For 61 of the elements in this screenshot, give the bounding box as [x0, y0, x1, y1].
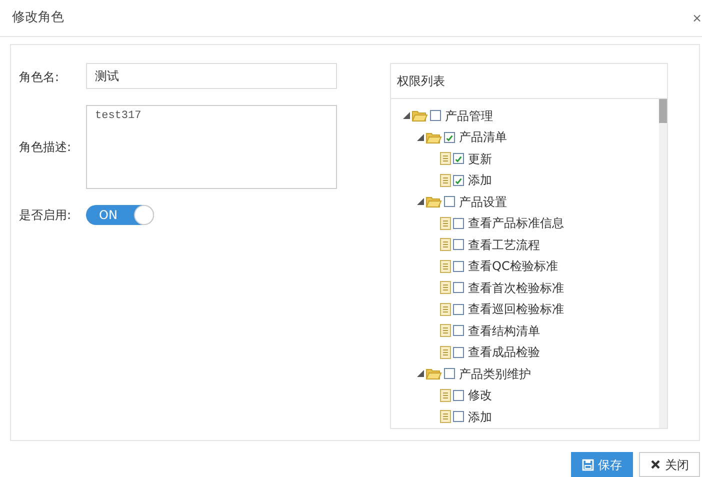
folder-icon [426, 130, 442, 144]
tree-item[interactable]: 产品管理 [445, 106, 493, 125]
tree-item[interactable]: 查看成品检验 [468, 343, 540, 362]
checkbox[interactable] [444, 368, 455, 380]
close-button[interactable]: 关闭 [639, 452, 700, 477]
tree-item[interactable]: 产品清单 [459, 128, 507, 146]
tree-item[interactable]: 查看巡回检验标准 [468, 300, 564, 318]
expand-arrow-icon[interactable] [417, 134, 424, 141]
folder-icon [426, 367, 442, 380]
checkbox[interactable] [453, 260, 464, 272]
checkbox[interactable] [453, 411, 464, 422]
tree-item[interactable]: 查看工艺流程 [468, 236, 540, 254]
expand-arrow-icon[interactable] [403, 112, 410, 120]
file-icon [440, 388, 451, 402]
file-icon [440, 174, 451, 187]
tree-item[interactable]: 查看QC检验标准 [468, 257, 558, 276]
file-icon [440, 216, 451, 230]
tree-item[interactable]: 添加 [468, 171, 492, 190]
checkbox[interactable] [453, 282, 464, 294]
tree-item[interactable]: 更新 [468, 150, 492, 168]
expand-arrow-icon[interactable] [417, 198, 424, 206]
checkbox[interactable] [453, 174, 464, 186]
folder-icon [426, 195, 442, 208]
tree-item[interactable]: 产品设置 [459, 192, 507, 211]
file-icon [440, 410, 451, 424]
field-label: 角色名: [19, 69, 60, 86]
checkbox[interactable] [453, 325, 464, 336]
close-button[interactable]: × [692, 12, 702, 24]
tree-item[interactable]: 查看结构清单 [468, 322, 540, 340]
file-icon [440, 346, 451, 359]
panel-title: 权限列表 [397, 73, 445, 90]
tree-item[interactable]: 查看首次检验标准 [468, 278, 564, 297]
close-icon [650, 459, 661, 470]
checkbox[interactable] [453, 304, 464, 315]
tree-item[interactable]: 查看产品标准信息 [468, 214, 564, 232]
tree-item[interactable]: 产品类别维护 [459, 364, 531, 383]
checkbox[interactable] [444, 196, 455, 208]
folder-icon [412, 109, 428, 122]
save-icon [582, 458, 594, 470]
tree-item[interactable]: 添加 [468, 408, 492, 426]
file-icon [440, 152, 451, 166]
field-label: 是否启用: [19, 207, 72, 224]
role-name-field[interactable]: 测试 [86, 63, 337, 89]
checkbox[interactable] [453, 218, 464, 229]
tree-item[interactable]: 修改 [468, 386, 492, 404]
checkbox[interactable] [444, 132, 455, 143]
file-icon [440, 281, 451, 294]
field-label: 角色描述: [19, 139, 72, 156]
file-icon [440, 302, 451, 316]
file-icon [440, 324, 451, 338]
file-icon [440, 260, 451, 273]
scrollbar[interactable] [659, 99, 667, 428]
checkbox[interactable] [453, 346, 464, 358]
description-field[interactable]: test317 [86, 105, 337, 189]
checkbox[interactable] [453, 153, 464, 164]
expand-arrow-icon[interactable] [417, 370, 424, 378]
checkbox[interactable] [453, 390, 464, 401]
checkbox[interactable] [453, 239, 464, 250]
file-icon [440, 238, 451, 252]
dialog-title: 修改角色 [12, 9, 64, 28]
checkbox[interactable] [430, 110, 441, 122]
